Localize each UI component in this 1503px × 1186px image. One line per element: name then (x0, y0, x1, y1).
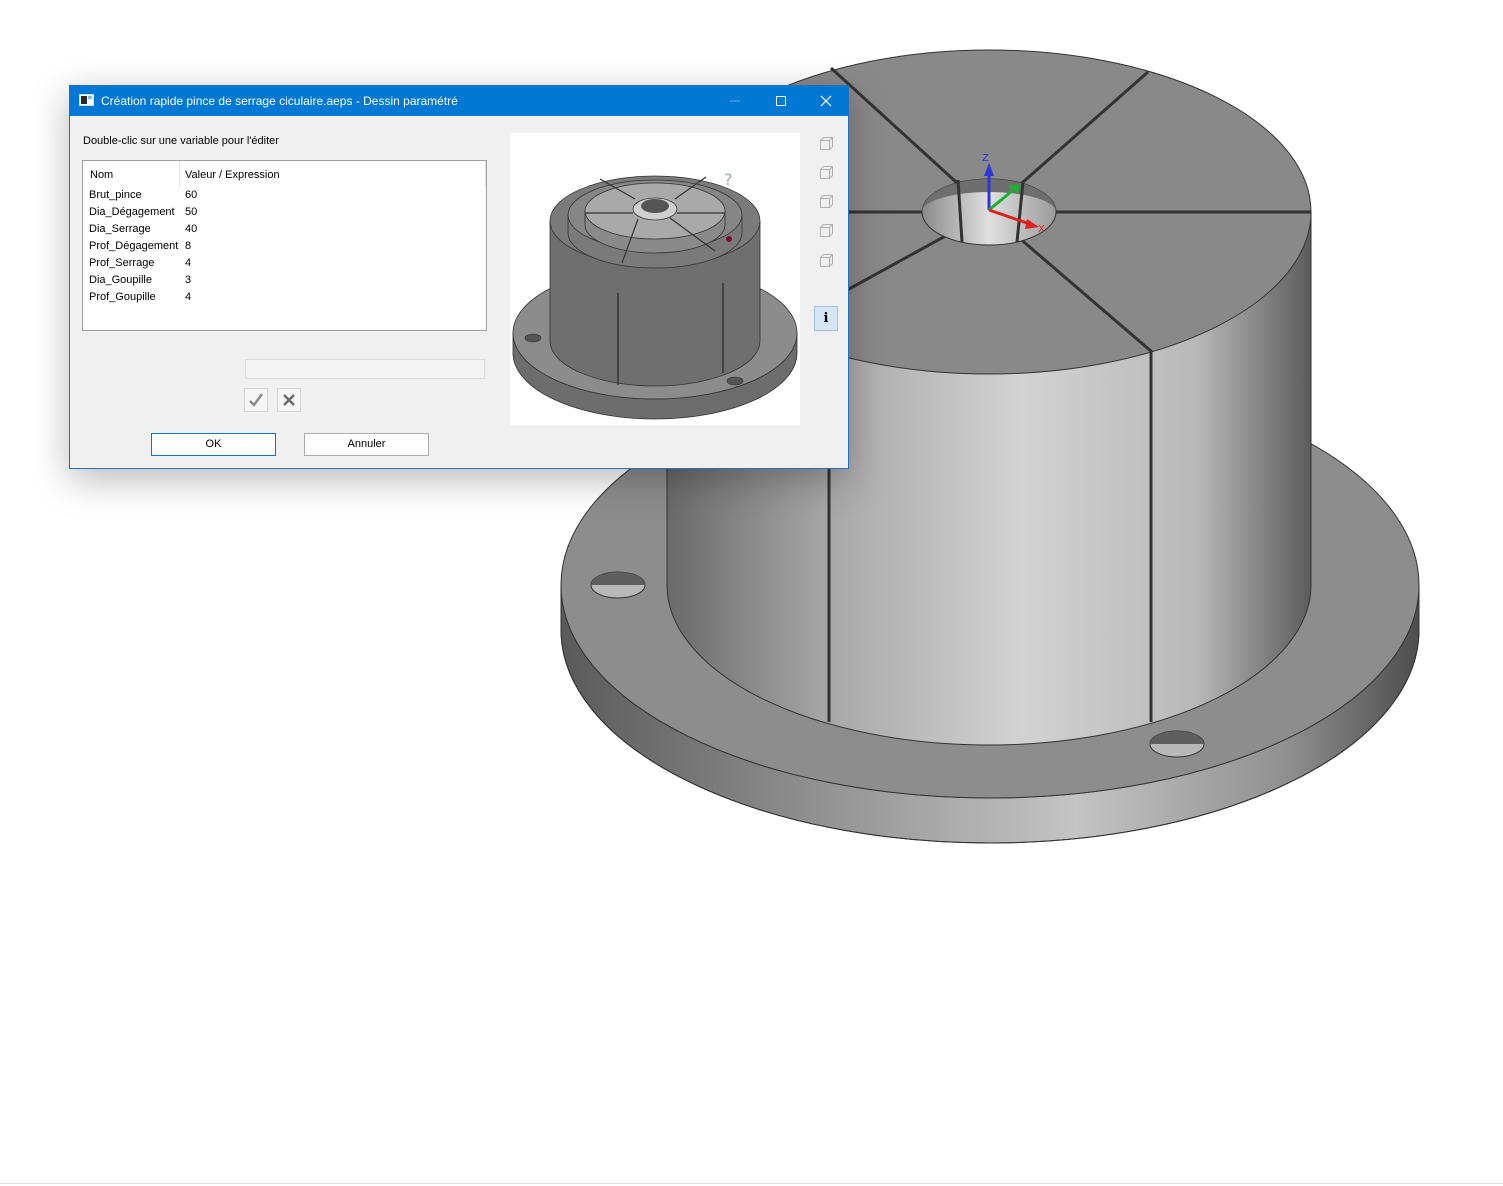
table-row[interactable]: Dia_Dégagement 50 (83, 204, 486, 221)
view-front-button[interactable] (815, 133, 839, 157)
table-row[interactable]: Dia_Serrage 40 (83, 221, 486, 238)
view-top-button[interactable] (815, 162, 839, 186)
view-left-button[interactable] (815, 220, 839, 244)
minimize-icon (730, 100, 740, 102)
apply-button[interactable] (244, 388, 268, 412)
info-icon: i (823, 311, 829, 326)
check-icon (249, 393, 264, 407)
table-row[interactable]: Dia_Goupille 3 (83, 272, 486, 289)
maximize-icon (776, 96, 786, 106)
variable-name: Dia_Serrage (89, 223, 151, 235)
status-separator (0, 1183, 1503, 1184)
variable-value: 4 (185, 257, 192, 269)
table-row[interactable]: Prof_Goupille 4 (83, 289, 486, 306)
variable-value: 4 (185, 291, 192, 303)
parametric-drawing-dialog: Création rapide pince de serrage ciculai… (69, 85, 849, 469)
variable-value: 40 (185, 223, 198, 235)
variables-table[interactable]: Nom Valeur / Expression Brut_pince 60 Dia… (82, 160, 487, 331)
variable-name: Brut_pince (89, 189, 142, 201)
expression-input[interactable] (245, 359, 485, 379)
flange-hole-right (1149, 730, 1205, 758)
minimize-button[interactable] (712, 86, 758, 116)
variable-value: 60 (185, 189, 198, 201)
variable-name: Dia_Dégagement (89, 206, 175, 218)
cross-icon (283, 394, 295, 406)
maximize-button[interactable] (758, 86, 804, 116)
variable-name: Dia_Goupille (89, 274, 152, 286)
table-row[interactable]: Prof_Dégagement 8 (83, 238, 486, 255)
view-iso-button[interactable] (815, 250, 839, 274)
column-divider[interactable] (179, 161, 180, 187)
table-row[interactable]: Prof_Serrage 4 (83, 255, 486, 272)
flange-hole-left (590, 571, 646, 599)
ok-button[interactable]: OK (151, 433, 276, 456)
cancel-button[interactable]: Annuler (304, 433, 429, 456)
axis-label-x: X (1038, 224, 1045, 235)
view-cube-icon (820, 166, 833, 179)
variable-name: Prof_Serrage (89, 257, 155, 269)
view-right-button[interactable] (815, 191, 839, 215)
table-row[interactable]: Brut_pince 60 (83, 187, 486, 204)
variable-value: 3 (185, 274, 192, 286)
view-cube-icon (820, 224, 833, 237)
variable-value: 50 (185, 206, 198, 218)
edit-hint: Double-clic sur une variable pour l'édit… (83, 135, 279, 147)
variable-name: Prof_Goupille (89, 291, 156, 303)
close-button[interactable] (803, 86, 849, 116)
column-header-name[interactable]: Nom (90, 169, 113, 181)
close-icon (820, 95, 832, 107)
view-cube-icon (820, 195, 833, 208)
info-button[interactable]: i (814, 306, 838, 331)
variable-value: 8 (185, 240, 192, 252)
dialog-titlebar[interactable]: Création rapide pince de serrage ciculai… (70, 86, 848, 116)
column-header-value[interactable]: Valeur / Expression (185, 169, 280, 181)
app-icon (79, 94, 94, 106)
preview-help-mark: ? (724, 170, 733, 189)
view-cube-icon (820, 254, 833, 267)
view-cube-icon (820, 137, 833, 150)
part-preview: ? (510, 133, 800, 425)
axis-label-z: Z (982, 153, 989, 164)
discard-button[interactable] (277, 388, 301, 412)
dialog-title: Création rapide pince de serrage ciculai… (101, 94, 458, 108)
column-divider (485, 161, 486, 187)
variable-name: Prof_Dégagement (89, 240, 179, 252)
